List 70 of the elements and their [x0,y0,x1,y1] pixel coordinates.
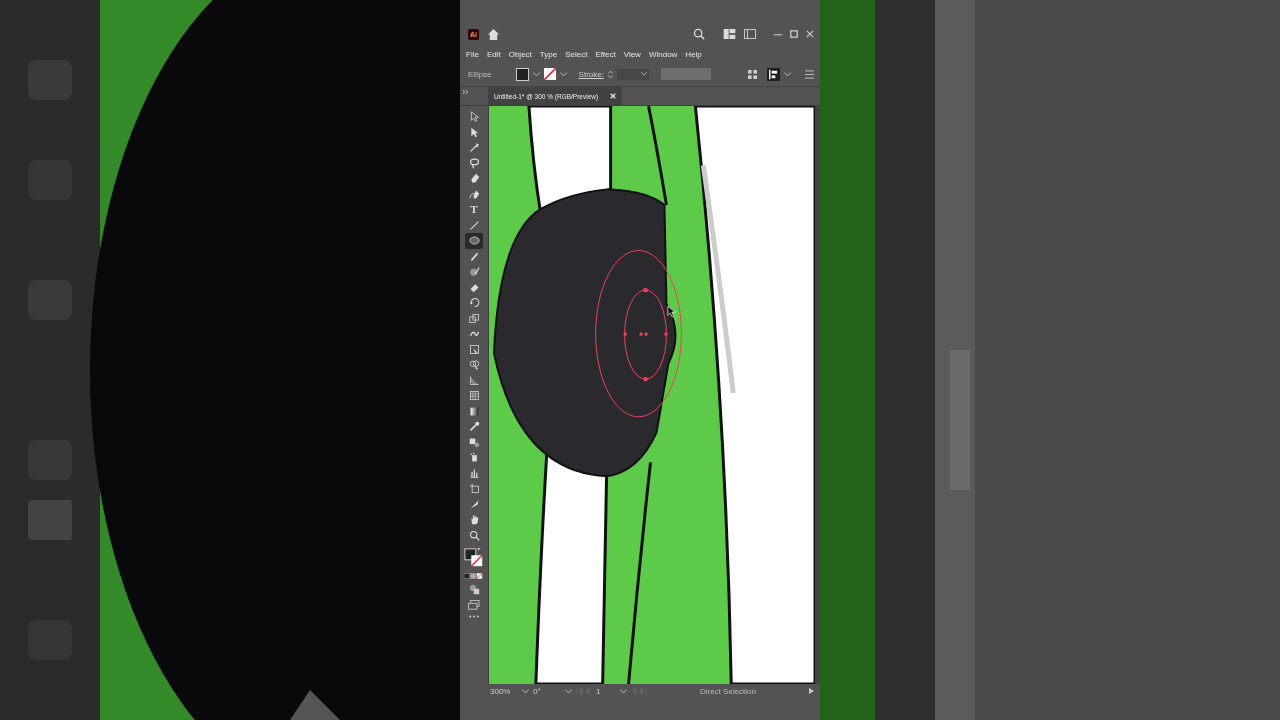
menu-item[interactable]: File [466,49,479,59]
symbol-tool-icon [468,452,480,464]
menu-item[interactable]: Type [539,49,558,59]
stroke-label[interactable]: Stroke: [578,69,604,79]
menu-item[interactable]: Effect [595,49,616,59]
slice-tool-icon [468,498,480,510]
spinner-icon[interactable] [607,69,613,79]
mesh-tool-icon [468,390,480,402]
tool-button[interactable] [465,233,483,249]
home-icon[interactable] [487,27,500,41]
caret-icon[interactable] [565,688,572,694]
direct-tool-icon [468,126,480,138]
maximize-icon[interactable] [790,30,798,38]
menu-item[interactable]: Object [508,49,532,59]
stroke-weight-field[interactable] [616,68,649,80]
align-icon[interactable] [767,67,780,81]
play-icon[interactable] [809,688,814,694]
hand-tool-icon [468,514,480,526]
caret-icon [640,72,647,76]
close-icon[interactable] [806,30,814,38]
menu-item[interactable]: Help [685,49,702,59]
perspective-tool-icon [468,374,480,386]
scale-tool-icon [468,312,480,324]
tool-button[interactable]: T [465,202,483,218]
ellipse-tool-icon [468,235,480,247]
artboard-tool-icon [468,483,480,495]
menu-item[interactable]: Select [565,49,588,59]
select-tool-icon [468,111,480,123]
gradient-tool-icon [468,405,480,417]
rotate-tool-icon [468,297,480,309]
color-mode-icon[interactable] [464,573,484,579]
line-tool-icon [468,219,480,231]
transform-tool-icon [468,343,480,355]
lasso-tool-icon [468,157,480,169]
screen-mode-icon[interactable] [468,600,480,610]
brush-tool-icon [468,250,480,262]
curvature-tool-icon [468,188,480,200]
panel-icon[interactable] [744,29,756,39]
more-icon[interactable] [469,615,479,618]
caret-icon[interactable] [522,688,529,694]
builder-tool-icon [468,359,480,371]
style-field[interactable] [660,68,711,80]
menu-item[interactable]: View [623,49,641,59]
artboard-field[interactable]: 1 [596,686,616,696]
shaper-tool-icon [468,266,480,278]
search-icon[interactable] [693,28,705,40]
pen-tool-icon [468,173,480,185]
menu-item[interactable]: Edit [486,49,501,59]
cursor-icon [667,305,677,319]
zoom-field[interactable]: 300% [490,686,518,696]
graph-tool-icon [468,467,480,479]
current-tool-label[interactable]: Direct Selection [700,686,756,696]
caret-icon[interactable] [620,688,627,694]
rotation-field[interactable]: 0° [533,686,561,696]
zoom-tool-icon [468,529,480,541]
eyedropper-tool-icon [468,421,480,433]
stroke-swatch[interactable] [543,68,556,80]
fill-swatch[interactable] [515,67,529,81]
caret-icon[interactable] [784,71,791,77]
draw-mode-icon[interactable] [468,584,480,595]
list-icon[interactable] [805,69,814,79]
grid-icon[interactable] [748,69,757,79]
selection-label: Ellipse [468,69,492,79]
workspace-icon[interactable] [723,29,736,39]
blend-tool-icon [468,436,480,448]
fill-stroke-icon[interactable] [464,548,484,568]
caret-icon[interactable] [532,71,540,77]
wand-tool-icon [468,142,480,154]
menu-item[interactable]: Window [648,49,678,59]
caret-icon[interactable] [559,71,567,77]
